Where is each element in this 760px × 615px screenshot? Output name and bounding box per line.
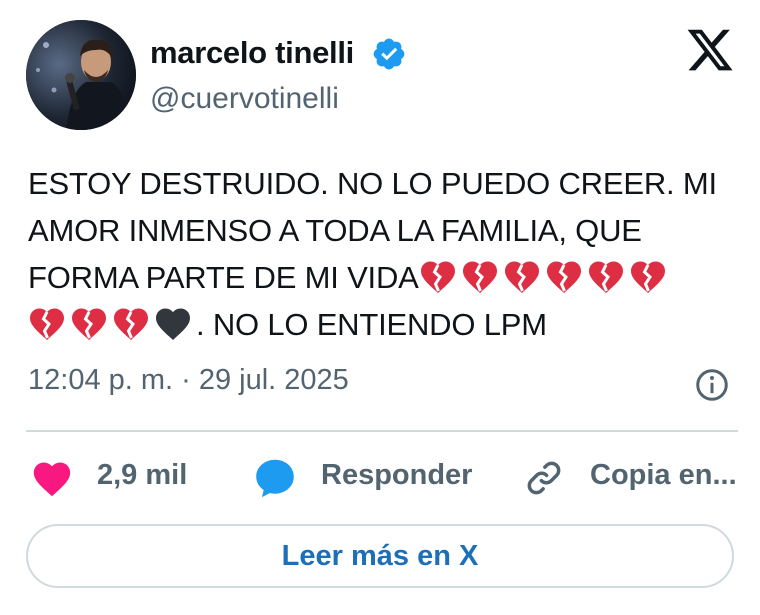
broken-heart-emoji-icon (112, 307, 150, 341)
heart-icon[interactable] (30, 457, 74, 497)
broken-heart-emoji-icon (461, 260, 499, 294)
broken-heart-emoji-icon (28, 307, 66, 341)
divider (26, 430, 738, 432)
reply-button[interactable]: Responder (321, 459, 472, 492)
tweet-line: FORMA PARTE DE MI VIDA (28, 254, 728, 301)
emoji-group (28, 307, 196, 342)
broken-heart-emoji-icon (419, 260, 457, 294)
broken-heart-emoji-icon (545, 260, 583, 294)
broken-heart-emoji-icon (629, 260, 667, 294)
author-name[interactable]: marcelo tinelli (150, 35, 354, 71)
like-count[interactable]: 2,9 mil (97, 459, 187, 492)
speech-bubble-icon[interactable] (252, 455, 298, 501)
broken-heart-emoji-icon (587, 260, 625, 294)
black-heart-emoji-icon (154, 307, 192, 341)
broken-heart-emoji-icon (503, 260, 541, 294)
x-logo-icon[interactable] (684, 25, 736, 75)
broken-heart-emoji-icon (70, 307, 108, 341)
tweet-line: AMOR INMENSO A TODA LA FAMILIA, QUE (28, 213, 642, 248)
emoji-group (419, 260, 671, 295)
tweet-text: ESTOY DESTRUIDO. NO LO PUEDO CREER. MI A… (28, 160, 728, 348)
tweet-line-text: . NO LO ENTIENDO LPM (196, 307, 547, 342)
tweet-timestamp[interactable]: 12:04 p. m. · 29 jul. 2025 (28, 364, 349, 397)
verified-badge-icon (371, 36, 407, 72)
link-icon[interactable] (523, 457, 565, 499)
avatar[interactable] (26, 20, 136, 130)
tweet-line-text: FORMA PARTE DE MI VIDA (28, 260, 419, 295)
copy-link-button[interactable]: Copia en... (590, 459, 737, 492)
author-handle[interactable]: @cuervotinelli (150, 82, 339, 116)
info-icon[interactable] (694, 367, 730, 403)
read-more-button[interactable]: Leer más en X (26, 524, 734, 588)
tweet-line: . NO LO ENTIENDO LPM (28, 301, 728, 348)
tweet-line: ESTOY DESTRUIDO. NO LO PUEDO CREER. MI (28, 166, 717, 201)
